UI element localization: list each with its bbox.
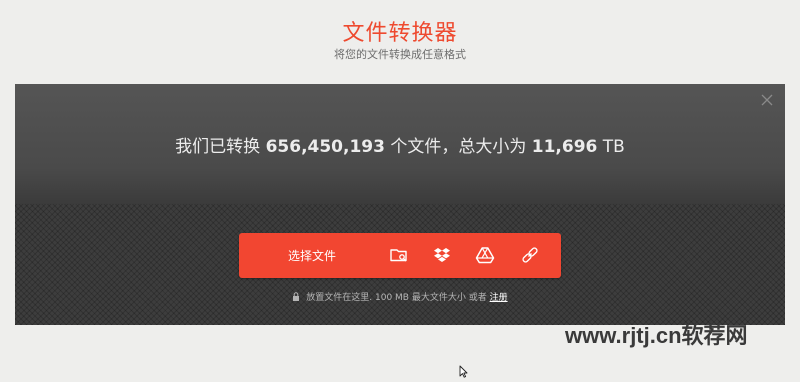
close-icon[interactable] — [759, 92, 775, 108]
page-subtitle: 将您的文件转换成任意格式 — [334, 48, 466, 61]
drop-hint: 放置文件在这里. 100 MB 最大文件大小 或者 注册 — [15, 290, 785, 304]
stats-prefix: 我们已转换 — [175, 137, 261, 157]
files-count: 656,450,193 — [265, 137, 385, 157]
stats-middle: 个文件，总大小为 — [390, 137, 527, 157]
choose-files-button[interactable]: 选择文件 — [288, 247, 336, 264]
total-size: 11,696 — [531, 137, 598, 157]
google-drive-icon[interactable] — [475, 245, 495, 265]
page-title: 文件转换器 — [342, 21, 458, 46]
folder-search-icon[interactable] — [389, 245, 409, 265]
size-unit: TB — [602, 137, 625, 157]
conversion-stats: 我们已转换 656,450,193 个文件，总大小为 11,696 TB — [15, 132, 785, 157]
site-watermark: www.rjtj.cn软荐网 — [565, 323, 748, 348]
lock-icon — [292, 292, 300, 304]
register-link[interactable]: 注册 — [490, 293, 508, 303]
drop-hint-text: 放置文件在这里. 100 MB 最大文件大小 或者 — [306, 293, 487, 303]
link-icon[interactable] — [520, 245, 540, 265]
choose-files-bar[interactable]: 选择文件 — [239, 233, 561, 278]
upload-panel[interactable]: 我们已转换 656,450,193 个文件，总大小为 11,696 TB 选择文… — [15, 84, 785, 325]
dropbox-icon[interactable] — [432, 245, 452, 265]
mouse-cursor-icon — [459, 363, 468, 382]
